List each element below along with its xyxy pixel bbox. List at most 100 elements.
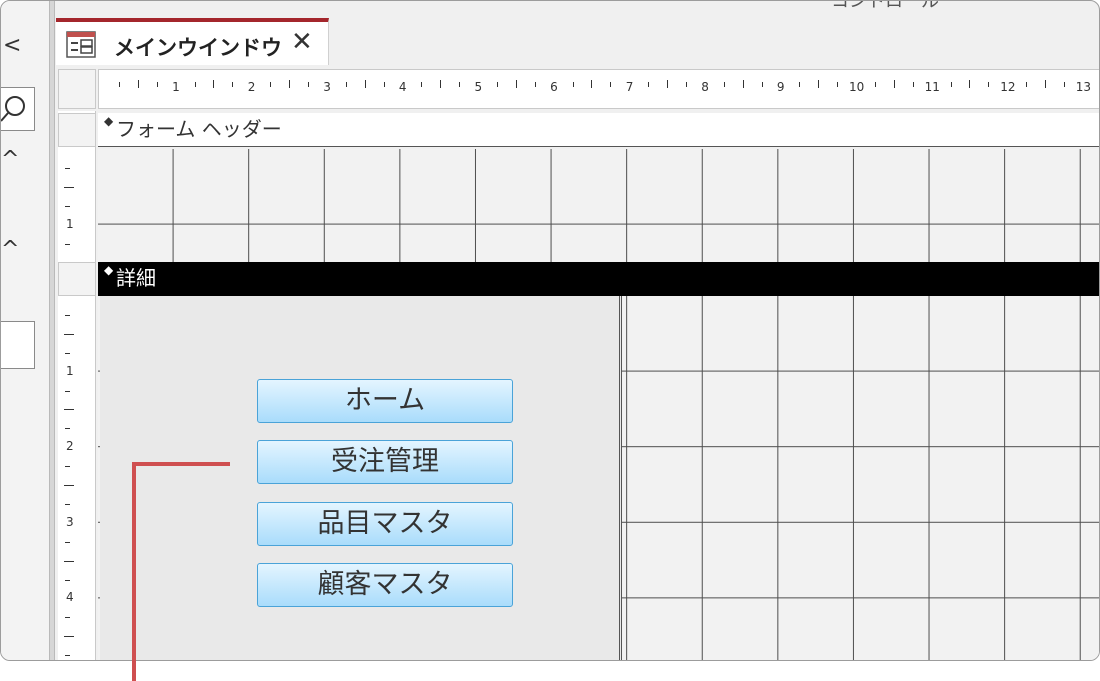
callout-line-horizontal	[132, 462, 230, 466]
ruler-number: 3	[66, 514, 74, 529]
form-header-bar[interactable]: ◆ フォーム ヘッダー	[98, 113, 1099, 147]
form-header-grid[interactable]	[98, 149, 1099, 262]
ruler-number: 10	[849, 80, 865, 94]
nav-item-box[interactable]	[1, 321, 35, 369]
ruler-tick	[667, 80, 668, 88]
ruler-tick	[950, 82, 952, 87]
ruler-tick	[912, 82, 914, 87]
ruler-tick	[610, 82, 612, 87]
ruler-tick	[591, 80, 593, 88]
ruler-tick	[65, 167, 70, 169]
ruler-tick	[65, 314, 70, 316]
ruler-tick	[65, 205, 70, 207]
ruler-tick	[65, 541, 70, 543]
ruler-number: 2	[247, 80, 256, 94]
customer-master-button[interactable]: 顧客マスタ	[257, 563, 513, 607]
ruler-tick	[723, 82, 725, 87]
ruler-tick	[64, 636, 74, 638]
ruler-number: 4	[66, 590, 74, 605]
ruler-tick	[65, 243, 70, 245]
pane-splitter[interactable]	[49, 1, 55, 660]
nav-search-box[interactable]	[1, 87, 35, 131]
callout-line-vertical	[132, 462, 136, 681]
section-marker-icon: ◆	[104, 263, 114, 277]
form-designer: 1 2 3 4 5 6 7 8 9 10 11 12 13 11234 ◆ フォーム ヘッダー ◆ 詳細…	[56, 65, 1099, 660]
controls-group-label: コントロール	[831, 0, 939, 12]
tab-main-window[interactable]: メインウインドウ ✕	[56, 18, 329, 65]
access-window: コントロール < ^ ^ メインウインドウ ✕ 1 2 3 4 5 6 7 8 9 10 11 12 1…	[0, 0, 1100, 661]
ruler-number: 1	[66, 363, 74, 378]
ruler-tick	[270, 82, 272, 87]
ruler-tick	[65, 428, 70, 430]
navigation-pane: < ^ ^	[1, 1, 49, 660]
ruler-tick	[64, 409, 74, 411]
ruler-number: 3	[323, 80, 331, 94]
ruler-tick	[685, 82, 687, 87]
item-master-button[interactable]: 品目マスタ	[257, 502, 513, 546]
ruler-tick	[459, 82, 461, 87]
vertical-ruler: 1 1 2 3 4	[58, 111, 96, 660]
ruler-tick	[289, 80, 290, 88]
horizontal-ruler: 1 2 3 4 5 6 7 8 9 10 11 12 13	[98, 69, 1099, 109]
close-icon[interactable]: ✕	[291, 27, 313, 57]
ruler-tick	[1063, 82, 1065, 87]
ruler-tick	[893, 80, 895, 88]
ruler-tick	[440, 80, 442, 88]
home-button[interactable]: ホーム	[257, 379, 513, 423]
ruler-number: 7	[625, 80, 634, 94]
header-section-selector[interactable]	[58, 113, 96, 147]
ruler-tick	[156, 82, 158, 87]
ruler-number: 2	[66, 439, 74, 454]
ruler-corner-selector[interactable]	[58, 69, 96, 109]
ruler-tick	[648, 82, 650, 87]
ruler-number: 9	[776, 80, 785, 94]
ruler-number: 11	[924, 80, 940, 94]
ruler-tick	[383, 82, 385, 87]
ruler-tick	[65, 390, 70, 392]
ruler-tick	[64, 485, 74, 486]
ruler-tick	[761, 82, 763, 87]
ruler-number: 4	[398, 80, 407, 94]
ruler-tick	[818, 80, 820, 88]
collapse-chevron-icon[interactable]: <	[3, 35, 21, 57]
ruler-tick	[64, 560, 74, 562]
ruler-tick	[799, 82, 801, 87]
ruler-tick	[496, 82, 498, 87]
ruler-tick	[742, 80, 744, 88]
ruler-tick	[837, 82, 839, 87]
ruler-tick	[137, 80, 139, 88]
detail-section-selector[interactable]	[58, 262, 96, 296]
ruler-tick	[213, 80, 215, 88]
ruler-tick	[65, 655, 70, 657]
ruler-tick	[65, 579, 70, 581]
group-expand-icon-2[interactable]: ^	[1, 239, 19, 261]
ruler-tick	[232, 82, 234, 87]
ruler-tick	[1045, 80, 1046, 88]
form-design-surface[interactable]: ホーム 受注管理 品目マスタ 顧客マスタ	[100, 296, 622, 660]
ruler-tick	[65, 617, 70, 619]
ruler-number: 12	[1000, 80, 1016, 94]
ruler-tick	[969, 80, 971, 88]
ruler-tick	[65, 466, 70, 468]
section-marker-icon: ◆	[104, 114, 114, 128]
ruler-tick	[307, 82, 309, 87]
ruler-number: 13	[1075, 80, 1092, 94]
tab-title: メインウインドウ	[114, 36, 282, 60]
ruler-tick	[64, 333, 74, 335]
form-object-icon	[66, 31, 96, 58]
ruler-tick	[64, 186, 74, 188]
ruler-number: 5	[474, 80, 483, 94]
ruler-tick	[65, 503, 70, 505]
order-management-button[interactable]: 受注管理	[257, 440, 513, 484]
ruler-tick	[364, 80, 366, 88]
ruler-tick	[194, 82, 196, 87]
ruler-tick	[118, 82, 120, 87]
ruler-tick	[421, 82, 423, 87]
ruler-number: 6	[550, 80, 558, 94]
ruler-tick	[534, 82, 536, 87]
detail-section-bar[interactable]: ◆ 詳細	[98, 262, 1099, 296]
ruler-tick	[65, 352, 70, 354]
group-expand-icon[interactable]: ^	[1, 149, 19, 171]
ruler-tick	[874, 82, 876, 87]
ruler-number: 8	[701, 80, 709, 94]
